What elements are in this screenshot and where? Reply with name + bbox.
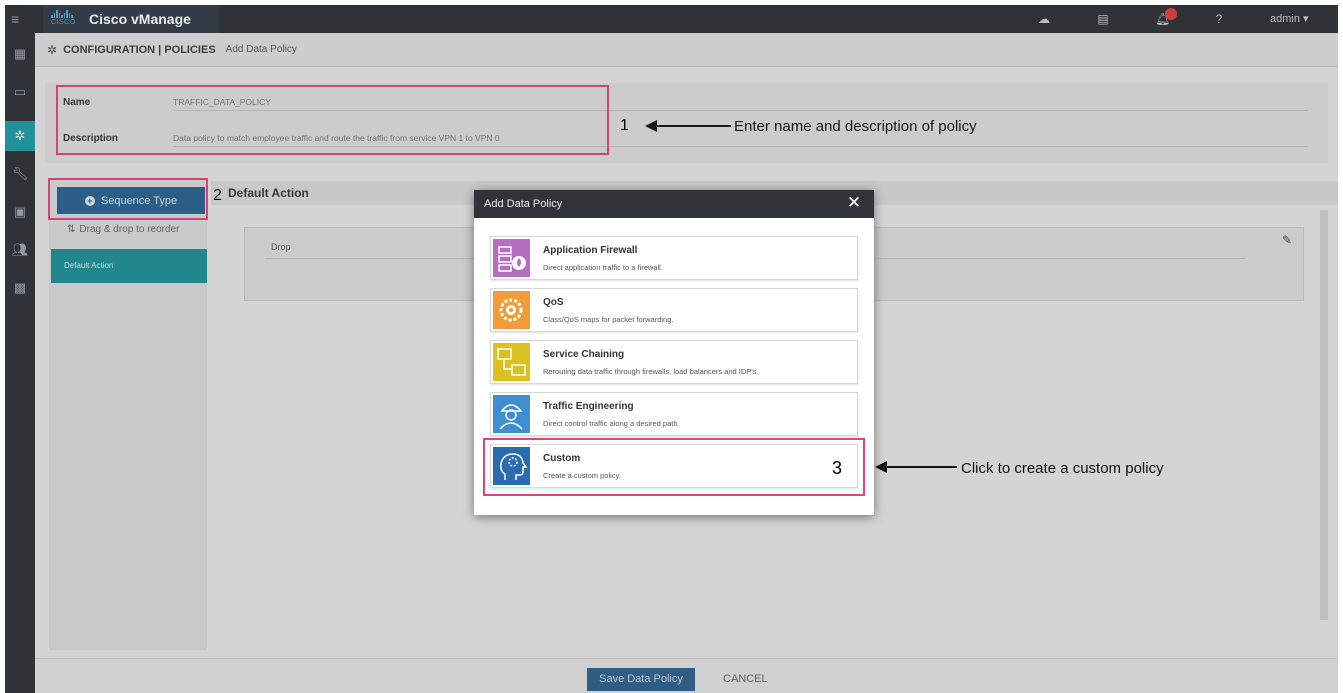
option-name: Application Firewall: [543, 245, 638, 256]
edit-pencil-icon[interactable]: ✎: [1282, 233, 1292, 247]
administration-users-icon[interactable]: 👥︎: [5, 235, 35, 265]
gear-icon: ✲: [47, 42, 58, 57]
cisco-logo: CISCO: [51, 10, 81, 28]
sequence-type-highlight: [48, 178, 208, 220]
user-menu[interactable]: admin ▾: [1270, 12, 1309, 25]
service-chaining-icon: [493, 343, 530, 381]
reorder-arrows-icon: ⇅: [67, 224, 76, 235]
close-icon[interactable]: ✕: [844, 193, 864, 213]
step3-number: 3: [832, 458, 843, 478]
monitor-icon[interactable]: ▭: [5, 77, 35, 107]
configuration-gear-icon[interactable]: ✲: [5, 121, 35, 151]
step1-number: 1: [620, 117, 629, 134]
save-data-policy-button[interactable]: Save Data Policy: [587, 668, 695, 691]
option-traffic-engineering[interactable]: Traffic Engineering Direct control traff…: [490, 392, 858, 436]
option-qos[interactable]: QoS Class/QoS maps for packet forwarding…: [490, 288, 858, 332]
step3-arrow: [875, 461, 957, 473]
modal-header: Add Data Policy ✕: [474, 190, 874, 218]
maintenance-toolbox-icon[interactable]: ▣: [5, 197, 35, 227]
firewall-icon: [493, 239, 530, 277]
tools-wrench-icon[interactable]: 🔧︎: [5, 159, 35, 189]
option-name: Service Chaining: [543, 349, 625, 360]
step2-number: 2: [213, 187, 222, 204]
analytics-icon[interactable]: ▩: [5, 273, 35, 303]
scrollbar[interactable]: [1320, 210, 1328, 620]
drag-hint-text: Drag & drop to reorder: [79, 224, 180, 235]
option-service-chaining[interactable]: Service Chaining Rerouting data traffic …: [490, 340, 858, 384]
option-description: Direct control traffic along a desired p…: [543, 419, 680, 428]
help-icon[interactable]: ?: [1212, 12, 1226, 26]
default-action-title: Default Action: [228, 186, 309, 200]
modal-title: Add Data Policy: [484, 198, 563, 210]
name-description-highlight: [56, 85, 609, 155]
option-name: QoS: [543, 297, 564, 308]
option-description: Direct application traffic to a firewall…: [543, 263, 663, 272]
step1-annotation: Enter name and description of policy: [734, 118, 977, 135]
dashboard-icon[interactable]: ▦: [5, 39, 35, 69]
option-application-firewall[interactable]: Application Firewall Direct application …: [490, 236, 858, 280]
task-list-icon[interactable]: ▤: [1096, 12, 1110, 26]
menu-icon[interactable]: ≡: [11, 11, 27, 27]
breadcrumb-page: Add Data Policy: [225, 44, 297, 55]
qos-gear-icon: [493, 291, 530, 329]
option-name: Traffic Engineering: [543, 401, 634, 412]
cloud-icon[interactable]: ☁: [1037, 12, 1051, 26]
brand: CISCO Cisco vManage: [43, 5, 218, 33]
vmanage-app: ≡ CISCO Cisco vManage ☁ ▤ 🔔︎ ? admin ▾ ▦…: [5, 5, 1338, 693]
breadcrumb-section: CONFIGURATION | POLICIES: [63, 43, 216, 56]
breadcrumb: ✲ CONFIGURATION | POLICIES Add Data Poli…: [35, 33, 1338, 67]
cisco-logo-word: CISCO: [51, 19, 76, 26]
top-bar: ≡ CISCO Cisco vManage ☁ ▤ 🔔︎ ? admin ▾: [5, 5, 1338, 33]
option-description: Rerouting data traffic through firewalls…: [543, 367, 759, 376]
drop-action-label: Drop: [271, 242, 291, 252]
custom-option-highlight: [483, 438, 865, 496]
left-nav: ▦ ▭ ✲ 🔧︎ ▣ 👥︎ ▩: [5, 33, 35, 693]
step1-arrow: [645, 120, 731, 132]
default-action-item[interactable]: Default Action: [51, 249, 207, 283]
add-data-policy-modal: Add Data Policy ✕ Application Firewall D…: [474, 190, 874, 515]
app-title: Cisco vManage: [89, 11, 191, 27]
step3-annotation: Click to create a custom policy: [961, 460, 1164, 477]
cancel-button[interactable]: CANCEL: [723, 668, 768, 691]
engineer-icon: [493, 395, 530, 433]
option-description: Class/QoS maps for packet forwarding.: [543, 315, 674, 324]
notification-badge: [1165, 8, 1177, 20]
drag-reorder-hint: ⇅ Drag & drop to reorder: [67, 224, 179, 235]
